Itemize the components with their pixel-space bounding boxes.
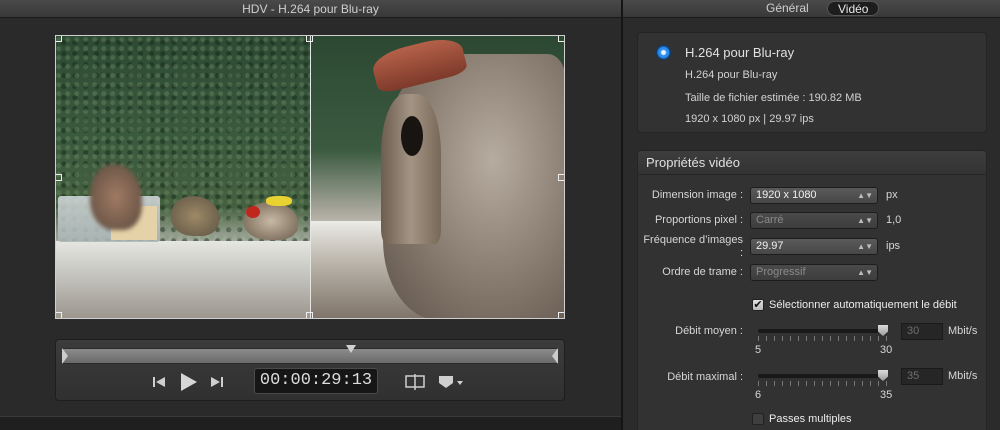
framerate-label: Fréquence d’images : [643, 234, 743, 259]
tab-video[interactable]: Vidéo [827, 1, 880, 16]
pixel-ratio-popup[interactable]: Carré ▲▼ [750, 212, 878, 229]
max-bitrate-min: 6 [755, 389, 762, 401]
avg-bitrate-unit: Mbit/s [948, 325, 978, 337]
avg-bitrate-field[interactable]: 30 [901, 323, 943, 340]
skip-forward-icon [211, 377, 223, 387]
avg-bitrate-knob[interactable] [878, 325, 888, 336]
video-viewer[interactable] [55, 35, 565, 319]
viewer-left-half [56, 36, 311, 318]
framerate-unit: ips [886, 240, 901, 252]
preset-summary: H.264 pour Blu-ray H.264 pour Blu-ray Ta… [637, 32, 987, 133]
field-order-label: Ordre de trame : [662, 266, 743, 278]
updown-arrows-icon: ▲▼ [857, 191, 873, 200]
crop-handle[interactable] [56, 312, 62, 318]
max-bitrate-knob[interactable] [878, 370, 888, 381]
auto-bitrate-label: Sélectionner automatiquement le débit [769, 299, 957, 311]
split-view-button[interactable] [404, 371, 426, 393]
crop-handle[interactable] [558, 36, 564, 42]
multipass-label: Passes multiples [769, 413, 852, 425]
split-view-icon [405, 374, 425, 390]
pixel-ratio-value: 1,0 [886, 214, 902, 226]
max-bitrate-label: Débit maximal : [667, 371, 743, 383]
preset-name: H.264 pour Blu-ray [685, 69, 778, 81]
avg-bitrate-slider[interactable] [758, 329, 888, 333]
play-icon [181, 373, 197, 391]
avg-bitrate-max: 30 [880, 344, 893, 356]
inspector-tabs: Général Vidéo [623, 0, 1000, 18]
avg-bitrate-min: 5 [755, 344, 762, 356]
dimension-unit: px [886, 189, 898, 201]
updown-arrows-icon: ▲▼ [857, 268, 873, 277]
split-view-divider[interactable] [310, 36, 311, 318]
max-bitrate-slider[interactable] [758, 374, 888, 378]
preview-pane: HDV - H.264 pour Blu-ray 00:00:29:13 [0, 0, 621, 430]
field-order-popup[interactable]: Progressif ▲▼ [750, 264, 878, 281]
viewer-title: HDV - H.264 pour Blu-ray [0, 0, 621, 18]
crop-handle[interactable] [306, 36, 313, 42]
dimension-label: Dimension image : [651, 189, 743, 201]
playhead[interactable] [346, 345, 356, 353]
framerate-popup[interactable]: 29.97 ▲▼ [750, 238, 878, 255]
crop-handle[interactable] [306, 312, 313, 318]
preset-title: H.264 pour Blu-ray [685, 45, 795, 60]
crop-handle[interactable] [558, 174, 564, 181]
video-properties-header: Propriétés vidéo [638, 151, 986, 175]
crop-handle[interactable] [56, 36, 62, 42]
inspector-pane: Général Vidéo H.264 pour Blu-ray H.264 p… [623, 0, 1000, 430]
max-bitrate-unit: Mbit/s [948, 370, 978, 382]
compressor-preset-icon [656, 45, 671, 60]
avg-bitrate-label: Débit moyen : [675, 325, 743, 337]
skip-forward-button[interactable] [208, 371, 226, 393]
auto-bitrate-checkbox[interactable]: ✔ [752, 299, 764, 311]
resolution-framerate: 1920 x 1080 px | 29.97 ips [685, 113, 814, 125]
out-point-marker[interactable] [552, 348, 558, 364]
bird-image [171, 196, 219, 236]
play-button[interactable] [176, 371, 200, 393]
multipass-checkbox[interactable] [752, 413, 764, 425]
skip-back-button[interactable] [150, 371, 168, 393]
pixel-ratio-label: Proportions pixel : [654, 214, 743, 226]
skip-back-icon [153, 377, 165, 387]
tab-general[interactable]: Général [756, 1, 819, 16]
max-bitrate-field[interactable]: 35 [901, 368, 943, 385]
timeline-scrubber[interactable] [62, 345, 558, 364]
updown-arrows-icon: ▲▼ [857, 242, 873, 251]
transport-bar: 00:00:29:13 [55, 339, 565, 401]
estimated-file-size: Taille de fichier estimée : 190.82 MB [685, 92, 862, 104]
crop-handle[interactable] [558, 312, 564, 318]
in-point-marker[interactable] [62, 348, 68, 364]
crop-handle[interactable] [56, 174, 62, 181]
video-properties-panel: Propriétés vidéo Dimension image : 1920 … [637, 150, 987, 430]
marker-menu-button[interactable] [436, 371, 466, 393]
max-bitrate-max: 35 [880, 389, 893, 401]
viewer-right-half [311, 36, 564, 318]
marker-menu-icon [439, 376, 463, 388]
dimension-popup[interactable]: 1920 x 1080 ▲▼ [750, 187, 878, 204]
timecode-display: 00:00:29:13 [254, 368, 378, 394]
updown-arrows-icon: ▲▼ [857, 216, 873, 225]
